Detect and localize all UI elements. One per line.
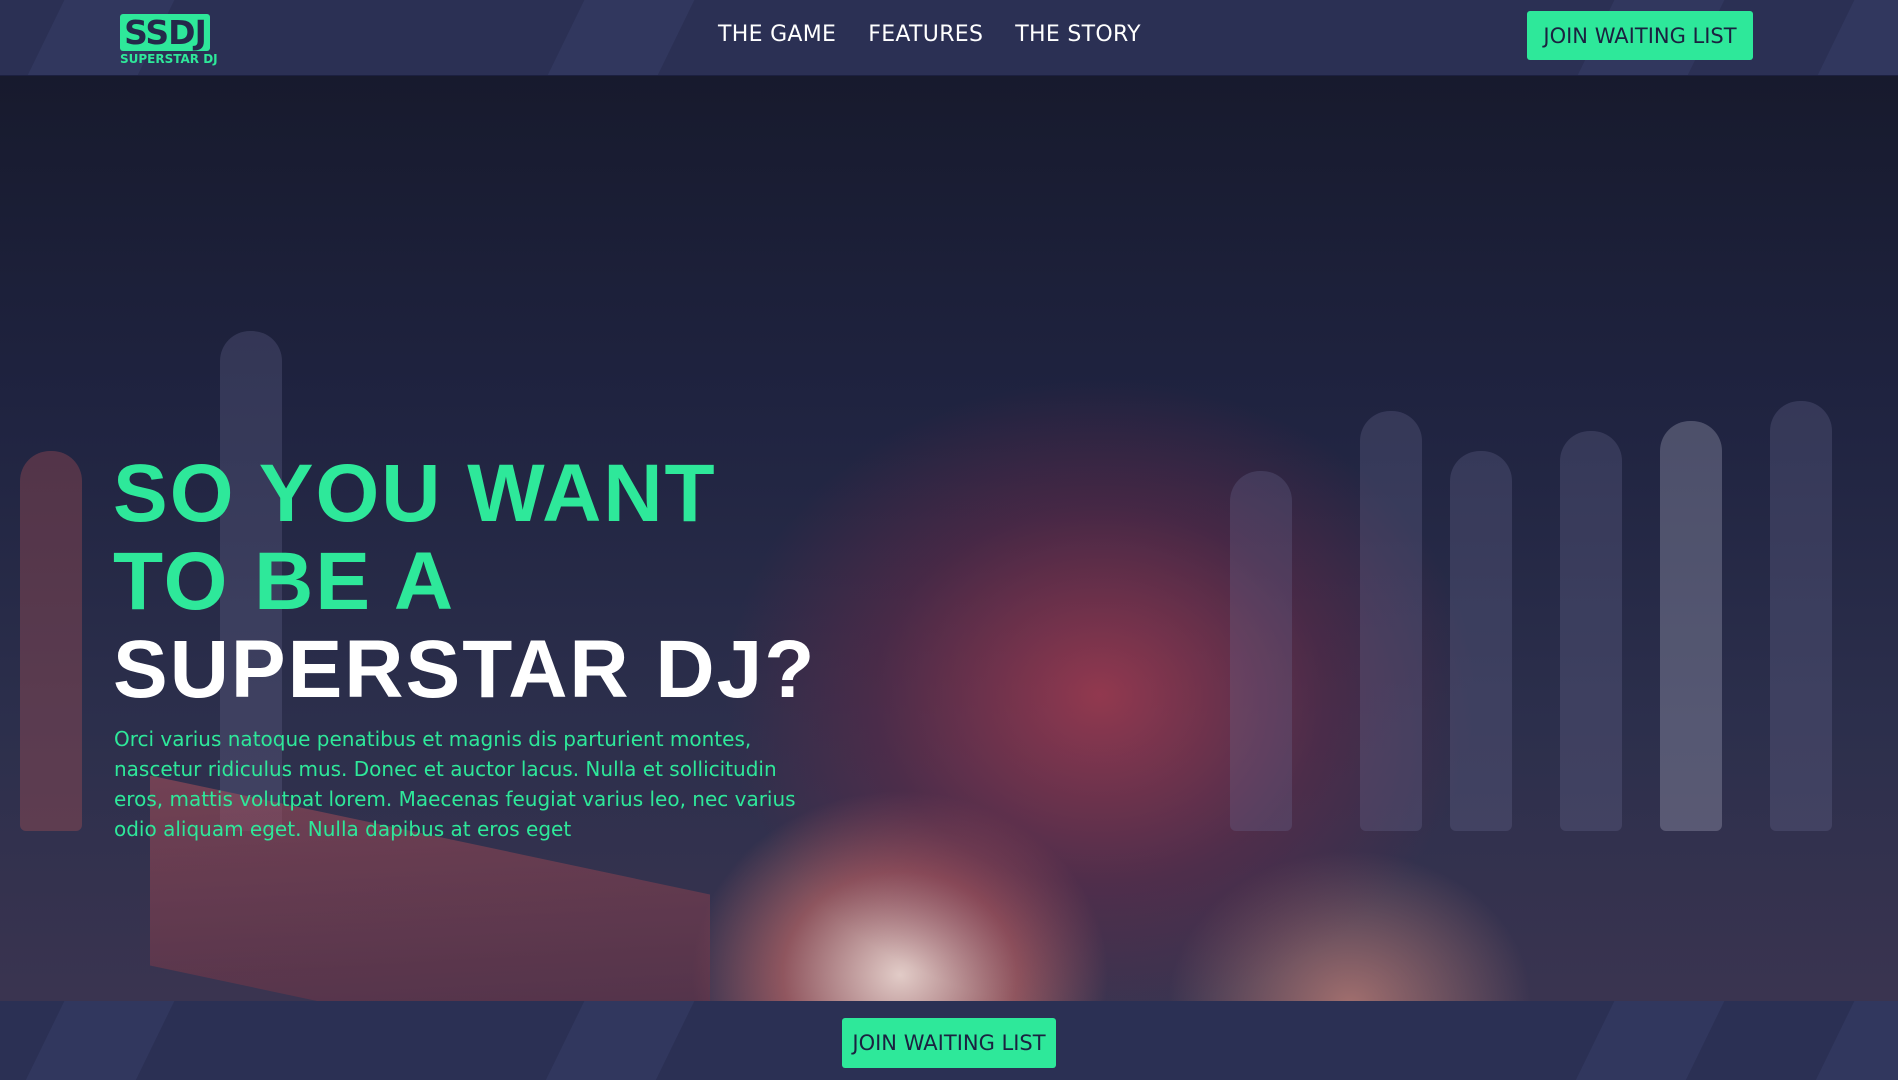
decorative-stripe (530, 0, 700, 75)
crowd-figure (1660, 421, 1722, 831)
nav-item-the-game[interactable]: THE GAME (718, 22, 836, 47)
top-navigation-bar: SSDJ SUPERSTAR DJ THE GAME FEATURES THE … (0, 0, 1898, 76)
decorative-stripe (530, 1001, 700, 1080)
logo-text: SSDJ (124, 13, 207, 52)
decorative-stripe (1800, 0, 1898, 75)
crowd-figure (1560, 431, 1622, 831)
crowd-figure (1770, 401, 1832, 831)
hero-section: SO YOU WANT TO BE A SUPERSTAR DJ? Orci v… (0, 75, 1898, 1001)
bottom-cta-bar: JOIN WAITING LIST (0, 1001, 1898, 1080)
hero-heading-line-1: SO YOU WANT (113, 447, 717, 539)
hero-heading: SO YOU WANT TO BE A SUPERSTAR DJ? (113, 447, 817, 715)
nav-item-the-story[interactable]: THE STORY (1015, 22, 1141, 47)
decorative-stripe (1560, 1001, 1730, 1080)
main-nav: THE GAME FEATURES THE STORY (718, 22, 1141, 47)
hero-heading-line-2: TO BE A (113, 535, 456, 627)
join-waiting-list-button[interactable]: JOIN WAITING LIST (1527, 11, 1753, 60)
crowd-figure (20, 451, 82, 831)
nav-item-features[interactable]: FEATURES (868, 22, 983, 47)
crowd-figure (1450, 451, 1512, 831)
hero-description: Orci varius natoque penatibus et magnis … (114, 727, 796, 841)
decorative-stripe (1800, 1001, 1898, 1080)
decorative-stripe (10, 1001, 180, 1080)
join-waiting-list-bottom-button[interactable]: JOIN WAITING LIST (842, 1018, 1056, 1068)
crowd-figure (1360, 411, 1422, 831)
site-logo[interactable]: SSDJ SUPERSTAR DJ (120, 13, 218, 66)
crowd-figure (1230, 471, 1292, 831)
hero-heading-line-3: SUPERSTAR DJ? (113, 623, 817, 715)
logo-subtext: SUPERSTAR DJ (120, 52, 218, 66)
